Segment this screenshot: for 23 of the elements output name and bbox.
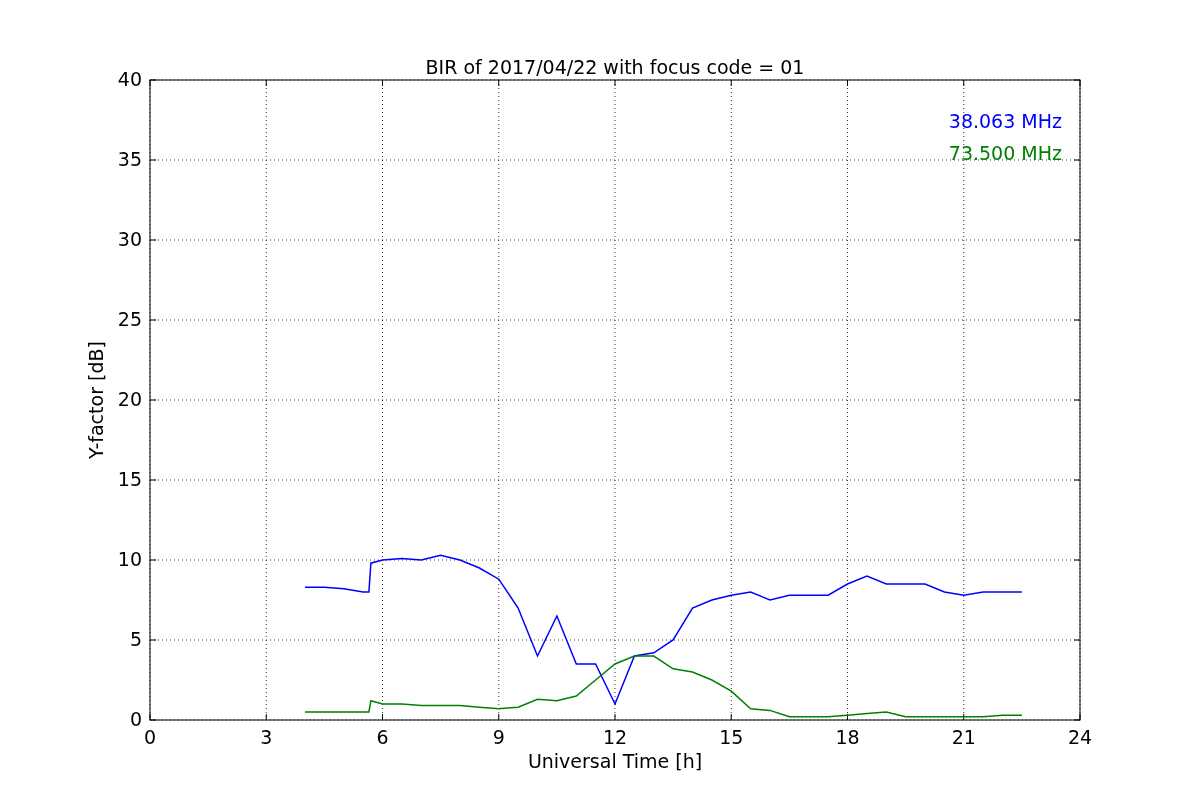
chart-title: BIR of 2017/04/22 with focus code = 01 <box>425 56 805 78</box>
x-tick-label: 21 <box>951 726 976 748</box>
y-tick-label: 10 <box>117 548 142 570</box>
x-axis-label: Universal Time [h] <box>527 750 703 772</box>
y-tick-label: 0 <box>129 708 142 730</box>
x-tick-label: 3 <box>260 726 273 748</box>
legend-label: 73.500 MHz <box>948 142 1062 164</box>
y-tick-label: 40 <box>117 68 142 90</box>
x-tick-label: 15 <box>719 726 744 748</box>
y-tick-label: 15 <box>117 468 142 490</box>
y-tick-label: 35 <box>117 148 142 170</box>
x-tick-label: 12 <box>602 726 628 748</box>
legend-label: 38.063 MHz <box>948 110 1062 132</box>
x-tick-label: 24 <box>1067 726 1093 748</box>
x-tick-label: 18 <box>835 726 860 748</box>
y-tick-label: 30 <box>117 228 142 250</box>
x-tick-label: 9 <box>492 726 505 748</box>
x-tick-label: 6 <box>376 726 389 748</box>
y-tick-label: 5 <box>129 628 142 650</box>
y-axis-label: Y-factor [dB] <box>85 341 107 459</box>
x-tick-label: 0 <box>143 726 157 748</box>
y-tick-label: 25 <box>117 308 142 330</box>
y-tick-label: 20 <box>117 388 142 410</box>
